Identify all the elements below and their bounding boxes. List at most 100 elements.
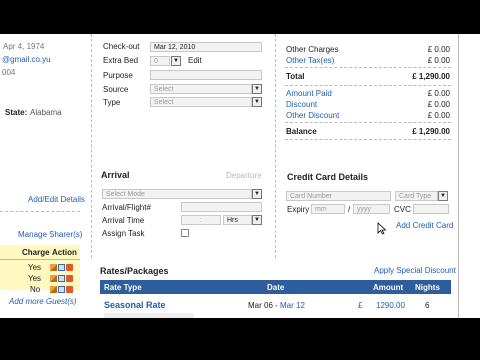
chevron-down-icon[interactable]: ▼ [171,56,181,66]
chevron-down-icon[interactable]: ▼ [252,84,262,94]
sharer-row: Yes [0,262,80,272]
amount-paid-value: £ 0.00 [427,89,450,98]
arrival-time-label: Arrival Time [102,216,145,225]
add-edit-details-link[interactable]: Add/Edit Details [28,195,85,204]
add-more-guests-link[interactable]: Add more Guest(s) [9,297,77,306]
checkout-label: Check-out [103,42,140,51]
manage-sharers-link[interactable]: Manage Sharer(s) [18,230,82,239]
delete-icon[interactable] [66,264,73,272]
edit-extra-bed-link[interactable]: Edit [188,56,202,65]
reservation-screen: Apr 4, 1974 @gmail.co.yu 004 State: Alab… [0,34,480,318]
cvc-input[interactable] [413,204,449,214]
flight-label: Arrival/Flight# [102,203,151,212]
extra-bed-select[interactable]: 0 [150,56,170,66]
divider [285,122,451,123]
edit-icon[interactable] [50,275,57,283]
chevron-down-icon[interactable]: ▼ [252,189,262,199]
flight-input[interactable] [181,202,262,212]
rate-currency: £ [358,301,363,310]
details-icon[interactable] [58,275,65,283]
chevron-down-icon[interactable]: ▼ [252,97,262,107]
divider [458,34,459,318]
rate-nights: 6 [425,301,430,310]
discount-value: £ 0.00 [427,100,450,109]
rate-date-range: Mar 06 - Mar 12 [248,301,305,310]
edit-icon[interactable] [50,286,57,294]
details-icon[interactable] [58,286,65,294]
assign-task-label: Assign Task [102,229,145,238]
assign-task-checkbox[interactable] [181,229,189,237]
arrival-mode-select[interactable]: Select Mode [102,189,252,199]
rate-amount[interactable]: 1290.00 [376,301,405,310]
guest-email[interactable]: @gmail.co.yu [2,55,51,64]
extra-bed-label: Extra Bed [103,56,139,65]
nights-header: Nights [415,283,440,292]
expiry-month-input[interactable]: mm [311,204,345,214]
edit-icon[interactable] [50,264,57,272]
other-charges-label: Other Charges [286,45,339,54]
rates-title: Rates/Packages [100,266,169,276]
arrival-time-input[interactable]: : [181,215,221,225]
source-select[interactable]: Select [150,84,252,94]
chevron-down-icon[interactable]: ▼ [438,191,448,201]
expiry-separator: / [348,205,351,214]
departure-tab[interactable]: Departure [226,171,262,180]
state-label: State: [5,108,28,117]
other-taxes-value: £ 0.00 [427,56,450,65]
balance-label: Balance [286,127,317,136]
divider [0,211,80,212]
arrival-title: Arrival [101,170,130,180]
rate-row: Seasonal Rate Mar 06 - Mar 12 £ 1290.00 … [100,296,451,312]
action-header: Action [52,248,77,257]
purpose-input[interactable] [150,70,262,80]
expiry-year-input[interactable]: yyyy [353,204,390,214]
sharer-charge: Yes [28,274,42,283]
divider [285,67,451,68]
guest-misc: 004 [2,68,16,77]
sharer-row: No [0,284,80,294]
other-taxes-link[interactable]: Other Tax(es) [286,56,334,65]
delete-icon[interactable] [66,275,73,283]
expiry-label: Expiry [287,205,310,214]
total-value: £ 1,290.00 [412,72,450,81]
card-type-select[interactable]: Card Type [395,191,438,201]
state-value: Alabama [30,108,62,117]
other-charges-value: £ 0.00 [427,45,450,54]
cvc-label: CVC [394,205,411,214]
divider [91,34,92,258]
balance-value: £ 1,290.00 [412,127,450,136]
type-select[interactable]: Select [150,97,252,107]
details-icon[interactable] [58,264,65,272]
date-header: Date [267,283,285,292]
other-discount-link[interactable]: Other Discount [286,111,339,120]
add-credit-card-link[interactable]: Add Credit Card [396,221,453,230]
divider [275,34,276,258]
sharer-charge: Yes [28,263,42,272]
guest-dob: Apr 4, 1974 [3,42,45,51]
credit-card-title: Credit Card Details [287,172,369,182]
charge-header: Charge [22,248,50,257]
total-label: Total [286,72,305,81]
divider [285,85,451,86]
type-label: Type [103,98,121,107]
chevron-down-icon[interactable]: ▼ [252,215,262,225]
amount-header: Amount [373,283,404,292]
card-number-input[interactable]: Card Number [286,191,391,201]
hrs-select[interactable]: Hrs [223,215,252,225]
sharer-charge: No [30,285,41,294]
apply-special-discount-link[interactable]: Apply Special Discount [374,266,456,275]
table-line [0,259,80,260]
divider [285,139,451,140]
source-label: Source [103,85,129,94]
rate-row-detail [104,313,194,318]
purpose-label: Purpose [103,71,133,80]
checkout-date-field[interactable]: Mar 12, 2010 [150,42,262,52]
delete-icon[interactable] [66,286,73,294]
discount-link[interactable]: Discount [286,100,317,109]
mouse-cursor-icon [377,222,387,235]
rate-type-header: Rate Type [104,283,142,292]
sharer-row: Yes [0,273,80,283]
amount-paid-link[interactable]: Amount Paid [286,89,332,98]
other-discount-value: £ 0.00 [427,111,450,120]
rate-name-link[interactable]: Seasonal Rate [104,300,166,310]
